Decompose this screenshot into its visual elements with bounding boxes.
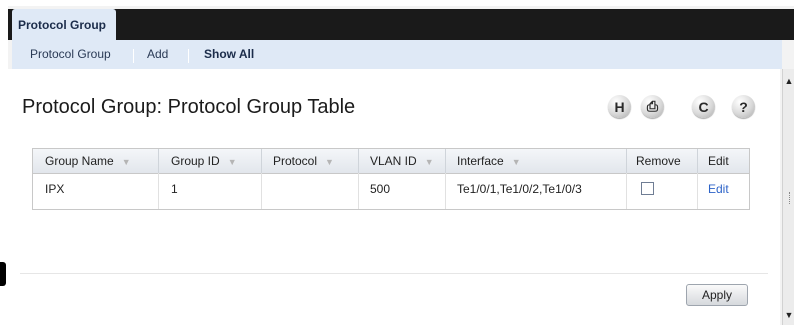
- column-divider: [358, 149, 359, 173]
- cell-divider: [158, 173, 159, 209]
- top-tab-bar: [8, 9, 794, 40]
- print-icon[interactable]: ⎙: [641, 95, 664, 118]
- subnav-separator: [133, 49, 134, 63]
- cell-group-name: IPX: [45, 182, 65, 196]
- refresh-icon[interactable]: C: [692, 95, 715, 118]
- column-label: Group Name: [45, 154, 114, 168]
- page-title: Protocol Group: Protocol Group Table: [22, 96, 356, 118]
- edit-link[interactable]: Edit: [708, 182, 729, 196]
- table-header: Group Name ▼ Group ID ▼ Protocol ▼ VLAN ID ▼…: [33, 149, 749, 174]
- sort-arrow-icon: ▼: [424, 157, 434, 167]
- sort-arrow-icon: ▼: [227, 157, 237, 167]
- protocol-group-table: Group Name ▼ Group ID ▼ Protocol ▼ VLAN ID ▼…: [32, 148, 750, 210]
- cell-interface: Te1/0/1,Te1/0/2,Te1/0/3: [457, 182, 582, 196]
- scroll-up-icon[interactable]: ▲: [783, 75, 794, 87]
- cell-divider: [445, 173, 446, 209]
- subnav-separator: [188, 49, 189, 63]
- cell-vlan-id: 500: [370, 182, 391, 196]
- cell-group-id: 1: [171, 182, 178, 196]
- column-label: Interface: [457, 154, 504, 168]
- sort-arrow-icon: ▼: [511, 157, 521, 167]
- cell-divider: [261, 173, 262, 209]
- apply-button[interactable]: Apply: [686, 284, 748, 306]
- print-icon-glyph: ⎙: [646, 98, 659, 114]
- cell-divider: [626, 173, 627, 209]
- column-group-id[interactable]: Group ID ▼: [171, 149, 237, 173]
- section-divider: [20, 273, 768, 274]
- column-divider: [261, 149, 262, 173]
- column-label: Protocol: [273, 154, 318, 168]
- sort-arrow-icon: ▼: [325, 157, 334, 167]
- save-icon-glyph: H: [614, 98, 625, 115]
- column-divider: [445, 149, 446, 173]
- column-label: Group ID: [171, 154, 220, 168]
- subnav-add[interactable]: Add: [147, 47, 168, 61]
- column-remove: Remove: [636, 154, 681, 168]
- column-vlan-id[interactable]: VLAN ID ▼: [370, 149, 434, 173]
- column-group-name[interactable]: Group Name ▼: [45, 149, 131, 173]
- help-icon[interactable]: ?: [732, 95, 755, 118]
- scroll-down-icon[interactable]: ▼: [783, 309, 794, 321]
- column-label: VLAN ID: [370, 154, 417, 168]
- cell-divider: [358, 173, 359, 209]
- help-icon-glyph: ?: [739, 98, 748, 115]
- subnav-protocol-group[interactable]: Protocol Group: [30, 47, 111, 61]
- sort-arrow-icon: ▼: [121, 157, 131, 167]
- subnav-show-all[interactable]: Show All: [204, 47, 254, 61]
- column-protocol[interactable]: Protocol ▼: [273, 149, 334, 173]
- column-divider: [697, 149, 698, 173]
- sub-navigation: Protocol Group Add Show All: [12, 40, 782, 69]
- column-divider: [626, 149, 627, 173]
- column-divider: [158, 149, 159, 173]
- column-interface[interactable]: Interface ▼: [457, 149, 521, 173]
- refresh-icon-glyph: C: [698, 98, 709, 115]
- remove-checkbox[interactable]: [641, 182, 654, 195]
- save-icon[interactable]: H: [608, 95, 631, 118]
- scrollbar-grip-icon: [789, 192, 793, 204]
- tab-protocol-group[interactable]: Protocol Group: [12, 9, 116, 40]
- tab-protocol-group-label: Protocol Group: [18, 18, 106, 32]
- left-edge-handle[interactable]: [0, 262, 6, 286]
- column-edit: Edit: [708, 154, 729, 168]
- cell-divider: [697, 173, 698, 209]
